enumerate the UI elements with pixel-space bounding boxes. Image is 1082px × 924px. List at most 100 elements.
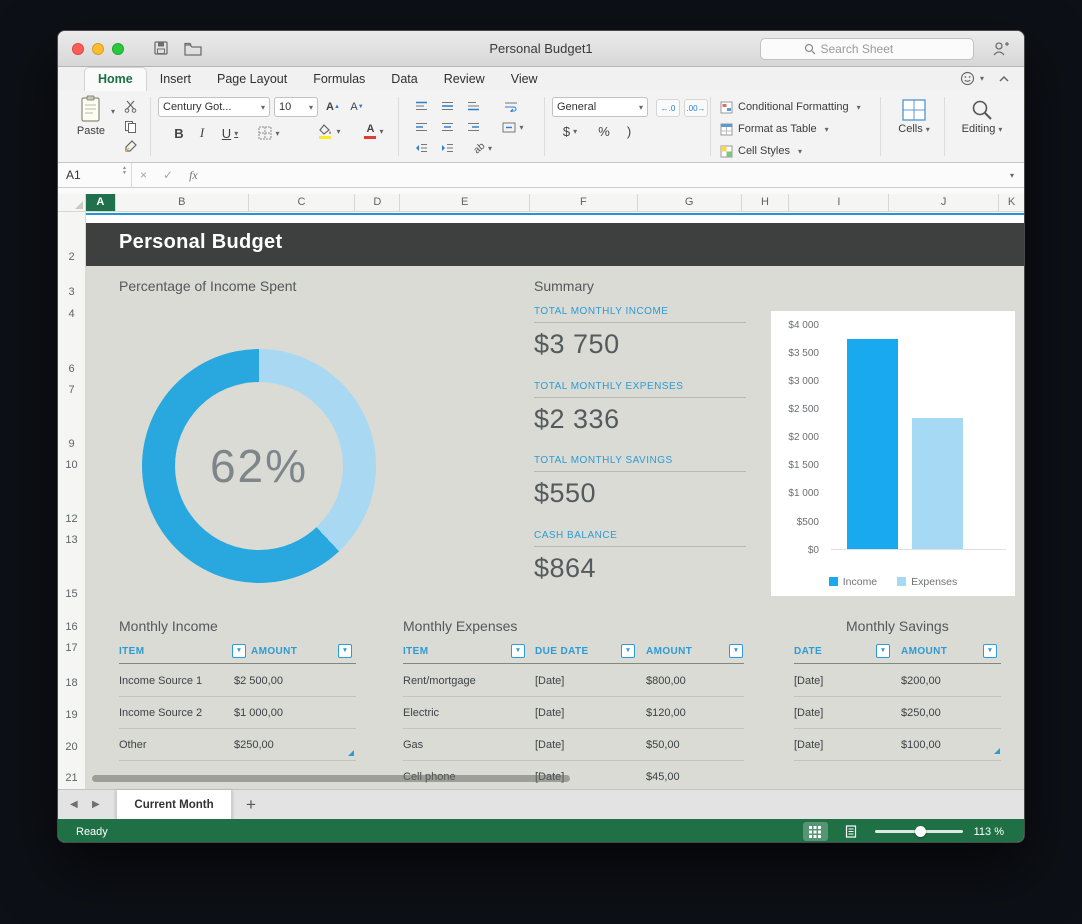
align-left-button[interactable] — [410, 118, 432, 136]
cell[interactable]: $2 500,00 — [234, 675, 283, 687]
column-header-g[interactable]: G — [638, 194, 742, 212]
savings-date-filter-button[interactable] — [876, 644, 890, 658]
cell[interactable]: $800,00 — [646, 675, 686, 687]
next-sheet-button[interactable]: ▶ — [92, 799, 100, 810]
cell[interactable]: Income Source 1 — [119, 675, 202, 687]
zoom-slider-knob[interactable] — [915, 826, 926, 837]
column-header-e[interactable]: E — [400, 194, 530, 212]
italic-button[interactable]: I — [194, 124, 210, 142]
savings-table-resize-handle[interactable] — [994, 748, 1000, 754]
column-header-i[interactable]: I — [789, 194, 889, 212]
bold-button[interactable]: B — [170, 124, 188, 142]
shrink-font-button[interactable]: A▼ — [346, 98, 368, 116]
underline-button[interactable]: U▾ — [216, 124, 244, 142]
font-name-select[interactable]: Century Got...▾ — [158, 97, 270, 117]
share-people-button[interactable] — [991, 40, 1010, 57]
cell[interactable]: $1 000,00 — [234, 707, 283, 719]
increase-indent-button[interactable] — [436, 139, 458, 157]
doughnut-chart-title[interactable]: Percentage of Income Spent — [119, 278, 296, 294]
copy-button[interactable] — [120, 117, 140, 135]
income-header-item[interactable]: ITEM — [119, 646, 145, 657]
savings-header-amount[interactable]: AMOUNT — [901, 646, 947, 657]
feedback-smiley-button[interactable]: ▾ — [960, 71, 984, 86]
cells-button[interactable]: Cells▾ — [890, 99, 938, 135]
cell[interactable]: $200,00 — [901, 675, 941, 687]
cell[interactable]: [Date] — [535, 707, 564, 719]
expenses-item-filter-button[interactable] — [511, 644, 525, 658]
summary-label[interactable]: TOTAL MONTHLY EXPENSES — [534, 381, 746, 398]
expenses-header-duedate[interactable]: DUE DATE — [535, 646, 589, 657]
bar-chart[interactable]: $4 000 $3 500 $3 000 $2 500 $2 000 $1 50… — [771, 311, 1015, 596]
row-header[interactable]: 6 — [58, 363, 85, 375]
column-header-j[interactable]: J — [889, 194, 999, 212]
cell[interactable]: $100,00 — [901, 739, 941, 751]
align-right-button[interactable] — [462, 118, 484, 136]
row-header[interactable]: 10 — [58, 459, 85, 471]
tab-data[interactable]: Data — [378, 68, 430, 91]
name-box[interactable]: A1 ▲▼ — [58, 163, 132, 188]
tab-review[interactable]: Review — [431, 68, 498, 91]
row-header[interactable]: 7 — [58, 384, 85, 396]
tab-home[interactable]: Home — [84, 67, 147, 91]
column-header-c[interactable]: C — [249, 194, 356, 212]
conditional-formatting-button[interactable]: Conditional Formatting▾ — [720, 98, 861, 116]
align-top-button[interactable] — [410, 97, 432, 115]
cell[interactable]: [Date] — [794, 739, 823, 751]
savings-header-date[interactable]: DATE — [794, 646, 822, 657]
page-layout-view-button[interactable] — [839, 822, 864, 841]
row-header[interactable]: 9 — [58, 438, 85, 450]
cell[interactable]: $120,00 — [646, 707, 686, 719]
wrap-text-button[interactable] — [498, 97, 524, 115]
summary-label[interactable]: TOTAL MONTHLY SAVINGS — [534, 455, 746, 472]
add-sheet-button[interactable]: + — [246, 790, 256, 820]
cell[interactable]: $45,00 — [646, 771, 680, 783]
column-header-a[interactable]: A — [86, 194, 116, 212]
column-header-h[interactable]: H — [742, 194, 790, 212]
cell[interactable]: [Date] — [794, 675, 823, 687]
align-center-button[interactable] — [436, 118, 458, 136]
cell-styles-button[interactable]: Cell Styles▾ — [720, 142, 802, 160]
tab-formulas[interactable]: Formulas — [300, 68, 378, 91]
row-header[interactable]: 21 — [58, 772, 85, 784]
column-header-f[interactable]: F — [530, 194, 638, 212]
row-header[interactable]: 20 — [58, 741, 85, 753]
format-painter-button[interactable] — [120, 137, 140, 155]
increase-decimal-button[interactable]: ←.0 — [656, 99, 680, 117]
income-table-resize-handle[interactable] — [348, 750, 354, 756]
income-header-amount[interactable]: AMOUNT — [251, 646, 297, 657]
percent-format-button[interactable]: % — [594, 122, 614, 140]
tab-page-layout[interactable]: Page Layout — [204, 68, 300, 91]
search-input[interactable] — [821, 42, 931, 56]
borders-button[interactable]: ▾ — [254, 124, 284, 142]
summary-label[interactable]: TOTAL MONTHLY INCOME — [534, 306, 746, 323]
font-size-select[interactable]: 10▾ — [274, 97, 318, 117]
summary-value[interactable]: $2 336 — [534, 404, 746, 435]
horizontal-scrollbar[interactable] — [92, 775, 570, 782]
column-header-k[interactable]: K — [999, 194, 1024, 212]
cell[interactable]: $250,00 — [234, 739, 274, 751]
savings-table-title[interactable]: Monthly Savings — [846, 618, 949, 634]
decrease-decimal-button[interactable]: .00→ — [684, 99, 708, 117]
cell[interactable]: [Date] — [535, 739, 564, 751]
text-orientation-button[interactable]: ab▾ — [466, 139, 500, 157]
sheet-banner[interactable]: Personal Budget — [86, 223, 1025, 266]
income-table-title[interactable]: Monthly Income — [119, 618, 218, 634]
expenses-table-title[interactable]: Monthly Expenses — [403, 618, 517, 634]
tab-view[interactable]: View — [498, 68, 551, 91]
row-header[interactable]: 18 — [58, 677, 85, 689]
grow-font-button[interactable]: A▲ — [322, 98, 344, 116]
cell[interactable]: Electric — [403, 707, 439, 719]
name-box-stepper[interactable]: ▲▼ — [122, 166, 127, 176]
cell[interactable]: [Date] — [535, 675, 564, 687]
row-header[interactable]: 19 — [58, 709, 85, 721]
row-header[interactable]: 4 — [58, 308, 85, 320]
tab-insert[interactable]: Insert — [147, 68, 204, 91]
editing-button[interactable]: Editing▾ — [954, 99, 1010, 135]
confirm-entry-button[interactable]: ✓ — [163, 168, 173, 182]
cell[interactable]: $50,00 — [646, 739, 680, 751]
doughnut-chart[interactable]: 62% — [142, 349, 376, 583]
cell[interactable]: Other — [119, 739, 147, 751]
font-color-button[interactable]: A ▾ — [358, 122, 390, 140]
summary-label[interactable]: CASH BALANCE — [534, 530, 746, 547]
normal-view-button[interactable] — [803, 822, 828, 841]
